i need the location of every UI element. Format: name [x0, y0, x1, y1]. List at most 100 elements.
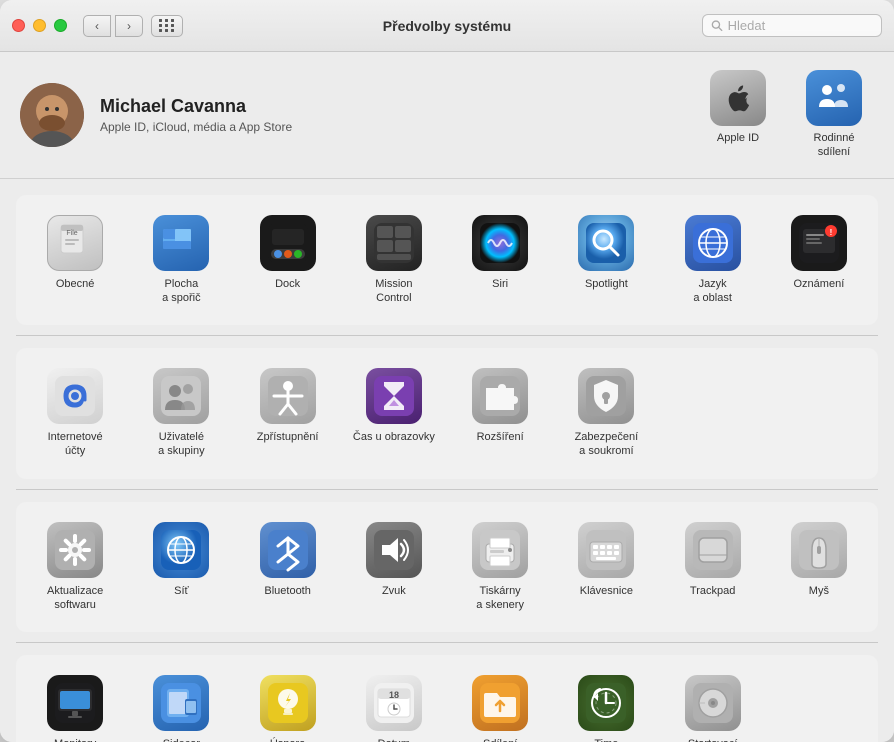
forward-button[interactable]: ›: [115, 15, 143, 37]
pref-software[interactable]: Aktualizacesoftwaru: [24, 514, 126, 621]
general-label: Obecné: [56, 277, 95, 291]
traffic-lights: [12, 19, 67, 32]
back-button[interactable]: ‹: [83, 15, 111, 37]
pref-sound[interactable]: Zvuk: [343, 514, 445, 621]
internet-label: Internetovéúčty: [48, 430, 103, 459]
language-label: Jazyka oblast: [693, 277, 732, 306]
timemachine-icon: [578, 675, 634, 731]
pref-keyboard[interactable]: Klávesnice: [555, 514, 657, 621]
titlebar: ‹ › Předvolby systému: [0, 0, 894, 52]
pref-sharing[interactable]: Sdílení: [449, 667, 551, 742]
pref-notifications[interactable]: ! Oznámení: [768, 207, 870, 314]
network-label: Síť: [174, 584, 189, 598]
pref-trackpad[interactable]: Trackpad: [662, 514, 764, 621]
accessibility-icon: [260, 368, 316, 424]
pref-siri[interactable]: Siri: [449, 207, 551, 314]
pref-security[interactable]: Zabezpečenía soukromí: [555, 360, 657, 467]
family-label: Rodinnésdílení: [814, 131, 855, 160]
nav-buttons: ‹ ›: [83, 15, 143, 37]
pref-mouse[interactable]: Myš: [768, 514, 870, 621]
spotlight-label: Spotlight: [585, 277, 628, 291]
pref-datetime[interactable]: 18 Datuma čas: [343, 667, 445, 742]
pref-screentime[interactable]: Čas u obrazovky: [343, 360, 445, 467]
apple-id-label: Apple ID: [717, 131, 759, 145]
svg-text:18: 18: [389, 690, 399, 700]
startup-label: Startovacídisk: [688, 737, 738, 742]
desktop-label: Plochaa spořič: [162, 277, 201, 306]
apple-id-icon: [710, 70, 766, 126]
grid-view-button[interactable]: [151, 15, 183, 37]
maximize-button[interactable]: [54, 19, 67, 32]
pref-users[interactable]: Uživateléa skupiny: [130, 360, 232, 467]
notifications-icon: !: [791, 215, 847, 271]
pref-desktop[interactable]: Plochaa spořič: [130, 207, 232, 314]
pref-timemachine[interactable]: TimeMachine: [555, 667, 657, 742]
pref-spotlight[interactable]: Spotlight: [555, 207, 657, 314]
svg-text:File: File: [66, 230, 77, 237]
pref-bluetooth[interactable]: Bluetooth: [237, 514, 339, 621]
pref-startup[interactable]: Startovacídisk: [662, 667, 764, 742]
pref-printers[interactable]: Tiskárnya skenery: [449, 514, 551, 621]
grid-dots-icon: [159, 19, 175, 32]
pref-language[interactable]: Jazyka oblast: [662, 207, 764, 314]
prefs-grid-3: Aktualizacesoftwaru: [24, 510, 870, 625]
sound-label: Zvuk: [382, 584, 406, 598]
pref-extensions[interactable]: Rozšíření: [449, 360, 551, 467]
printers-label: Tiskárnya skenery: [476, 584, 524, 613]
apple-id-button[interactable]: Apple ID: [698, 70, 778, 160]
trackpad-icon: [685, 522, 741, 578]
pref-network[interactable]: Síť: [130, 514, 232, 621]
pref-general[interactable]: File Obecné: [24, 207, 126, 314]
timemachine-label: TimeMachine: [586, 737, 628, 742]
main-window: ‹ › Předvolby systému: [0, 0, 894, 742]
security-label: Zabezpečenía soukromí: [575, 430, 639, 459]
minimize-button[interactable]: [33, 19, 46, 32]
pref-displays[interactable]: Monitory: [24, 667, 126, 742]
pref-sidecar[interactable]: Sidecar: [130, 667, 232, 742]
siri-label: Siri: [492, 277, 508, 291]
displays-label: Monitory: [54, 737, 96, 742]
users-label: Uživateléa skupiny: [158, 430, 204, 459]
main-content: File Obecné: [0, 179, 894, 742]
users-icon: [153, 368, 209, 424]
sharing-label: Sdílení: [483, 737, 517, 742]
section-2: Internetovéúčty Uživateléa skupiny: [16, 348, 878, 479]
section-1: File Obecné: [16, 195, 878, 326]
avatar: [20, 83, 84, 147]
startup-icon: [685, 675, 741, 731]
printers-icon: [472, 522, 528, 578]
pref-dock[interactable]: Dock: [237, 207, 339, 314]
software-icon: [47, 522, 103, 578]
family-sharing-button[interactable]: Rodinnésdílení: [794, 70, 874, 160]
search-box[interactable]: [702, 14, 882, 37]
profile-actions: Apple ID Rodinnésdílení: [698, 70, 874, 160]
desktop-icon: [153, 215, 209, 271]
datetime-label: Datuma čas: [378, 737, 410, 742]
screentime-icon: [366, 368, 422, 424]
pref-internet[interactable]: Internetovéúčty: [24, 360, 126, 467]
search-input[interactable]: [728, 18, 873, 33]
extensions-label: Rozšíření: [477, 430, 524, 444]
bluetooth-label: Bluetooth: [264, 584, 310, 598]
close-button[interactable]: [12, 19, 25, 32]
language-icon: [685, 215, 741, 271]
pref-energy[interactable]: Úsporaenergie: [237, 667, 339, 742]
section-divider-3: [16, 642, 878, 643]
extensions-icon: [472, 368, 528, 424]
pref-mission[interactable]: MissionControl: [343, 207, 445, 314]
prefs-grid-1: File Obecné: [24, 203, 870, 318]
profile-subtitle: Apple ID, iCloud, média a App Store: [100, 120, 698, 134]
sound-icon: [366, 522, 422, 578]
energy-icon: [260, 675, 316, 731]
section-4: Monitory Sidecar: [16, 655, 878, 742]
avatar-image: [20, 83, 84, 147]
prefs-grid-4: Monitory Sidecar: [24, 663, 870, 742]
pref-accessibility[interactable]: Zpřístupnění: [237, 360, 339, 467]
prefs-grid-2: Internetovéúčty Uživateléa skupiny: [24, 356, 870, 471]
dock-icon: [260, 215, 316, 271]
network-icon: [153, 522, 209, 578]
svg-text:!: !: [830, 228, 833, 237]
section-3: Aktualizacesoftwaru: [16, 502, 878, 633]
sharing-icon: [472, 675, 528, 731]
keyboard-icon: [578, 522, 634, 578]
